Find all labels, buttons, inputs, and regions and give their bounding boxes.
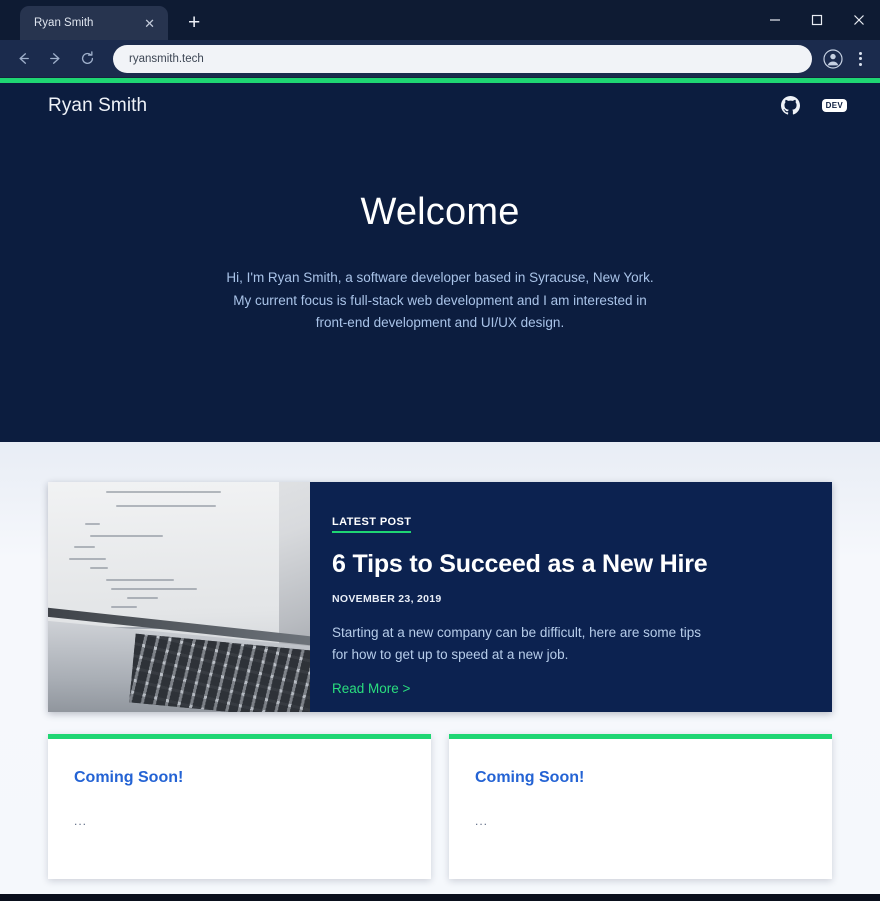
featured-post-kicker: LATEST POST [332,516,412,533]
social-links: DEV [780,96,847,115]
card-text: ... [74,814,88,828]
close-icon[interactable]: ✕ [141,15,158,32]
featured-post-excerpt-line-2: for how to get up to speed at a new job. [332,647,569,662]
arrow-right-icon[interactable] [40,44,70,74]
close-icon[interactable] [838,0,880,40]
featured-post-body: LATEST POST 6 Tips to Succeed as a New H… [310,482,832,712]
main-content: LATEST POST 6 Tips to Succeed as a New H… [0,442,880,894]
featured-post-thumbnail [48,482,310,712]
card-title: Coming Soon! [74,769,184,786]
read-more-link[interactable]: Read More > [332,681,410,696]
arrow-left-icon[interactable] [8,44,38,74]
hero-section: Welcome Hi, I'm Ryan Smith, a software d… [0,128,880,442]
maximize-icon[interactable] [796,0,838,40]
browser-tab[interactable]: Ryan Smith ✕ [20,6,168,40]
featured-post-title[interactable]: 6 Tips to Succeed as a New Hire [332,550,798,579]
site-footer: RYAN SMITH 头条 @Web前端进阶指南 [0,894,880,901]
github-icon[interactable] [780,96,800,115]
address-bar-url: ryansmith.tech [129,52,204,65]
reload-icon[interactable] [72,44,102,74]
hero-subtitle-line-3: front-end development and UI/UX design. [315,315,565,330]
kebab-menu-icon[interactable] [848,46,872,72]
browser-tab-title: Ryan Smith [34,17,94,29]
site-brand[interactable]: Ryan Smith [48,95,147,117]
coming-soon-card-row: Coming Soon! ... Coming Soon! ... [48,734,832,879]
featured-post-excerpt: Starting at a new company can be difficu… [332,622,752,666]
hero-subtitle-line-2: My current focus is full-stack web devel… [233,292,647,308]
card-title: Coming Soon! [475,769,585,786]
featured-post-excerpt-line-1: Starting at a new company can be difficu… [332,625,701,640]
browser-toolbar: ryansmith.tech [0,40,880,78]
hero-subtitle: Hi, I'm Ryan Smith, a software developer… [226,267,653,335]
devto-icon[interactable]: DEV [821,99,847,112]
card-text: ... [475,814,489,828]
profile-avatar-icon[interactable] [820,46,846,72]
coming-soon-card[interactable]: Coming Soon! ... [449,734,832,879]
browser-window: Ryan Smith ✕ + ryansmith.tech Ryan Smith… [0,0,880,901]
site-header: Ryan Smith DEV [0,83,880,128]
coming-soon-card[interactable]: Coming Soon! ... [48,734,431,879]
page-viewport: Ryan Smith DEV Welcome Hi, I'm Ryan Smit… [0,78,880,901]
window-controls [754,0,880,40]
featured-post-date: NOVEMBER 23, 2019 [332,593,442,605]
minimize-icon[interactable] [754,0,796,40]
new-tab-button[interactable]: + [182,12,206,33]
featured-post-card[interactable]: LATEST POST 6 Tips to Succeed as a New H… [48,482,832,712]
hero-subtitle-line-1: Hi, I'm Ryan Smith, a software developer… [226,270,654,285]
browser-tab-strip: Ryan Smith ✕ + [0,0,880,40]
address-bar[interactable]: ryansmith.tech [113,44,812,73]
hero-title: Welcome [360,191,520,233]
